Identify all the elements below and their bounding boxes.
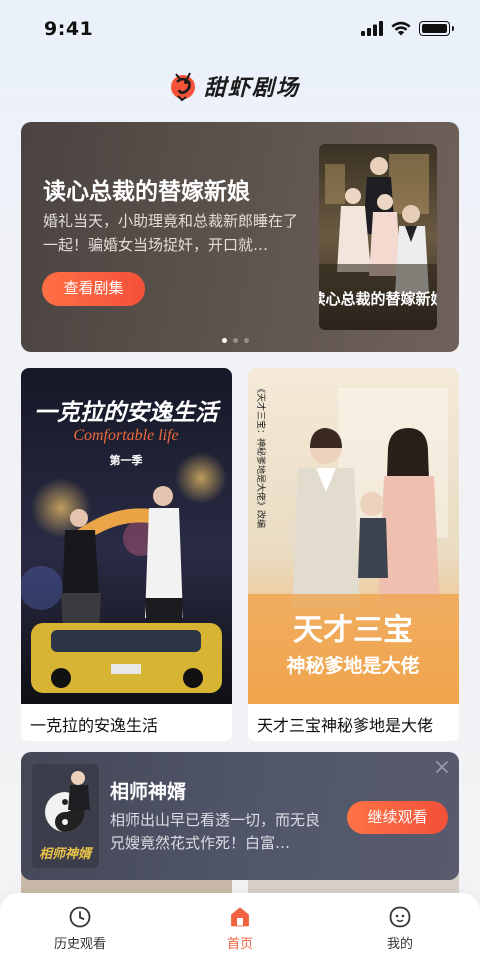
status-bar: 9:41 [0, 0, 480, 62]
carousel-dot[interactable] [244, 338, 249, 343]
tab-label: 首页 [226, 937, 253, 952]
drama-poster-subtitle: Comfortable life [73, 427, 178, 444]
drama-card[interactable]: 《天才三宝：神秘爹地是大佬》改编 天才三宝 神秘爹地是大佬 天才三宝神秘爹地是大… [248, 368, 459, 741]
hero-banner[interactable]: 读心总裁的替嫁新娘 婚礼当天，小助理竟和总裁新郎睡在了一起！骗婚女当场捉奸，开口… [21, 122, 459, 352]
hero-title: 读心总裁的替嫁新娘 [43, 179, 250, 205]
drama-poster-tag: 第一季 [110, 453, 144, 467]
tab-bar: 历史观看 首页 我的 [0, 893, 480, 960]
drama-poster-side-text: 《天才三宝：神秘爹地是大佬》改编 [255, 384, 267, 528]
profile-icon [389, 906, 411, 928]
app-name: 甜虾剧场 [204, 76, 301, 101]
tab-label: 我的 [386, 937, 413, 952]
drama-poster[interactable]: 《天才三宝：神秘爹地是大佬》改编 天才三宝 神秘爹地是大佬 [248, 368, 459, 704]
clock-icon [69, 906, 91, 928]
drama-poster-subtitle: 神秘爹地是大佬 [286, 654, 419, 677]
status-time: 9:41 [44, 18, 94, 40]
close-icon[interactable] [435, 760, 449, 774]
continue-watching-popup[interactable]: 相师神婿 相师神婿 相师出山早已看透一切，而无良兄嫂竟然花式作死！白富… 继续观… [21, 752, 459, 880]
continue-title: 相师神婿 [110, 781, 187, 803]
hero-poster-title: 读心总裁的替嫁新娘 [319, 290, 437, 308]
drama-poster-title: 天才三宝 [293, 613, 413, 648]
tab-me[interactable]: 我的 [350, 905, 450, 952]
drama-poster-title: 一克拉的安逸生活 [34, 399, 222, 425]
continue-poster-title: 相师神婿 [39, 846, 94, 861]
tab-home[interactable]: 首页 [190, 905, 290, 952]
tab-history[interactable]: 历史观看 [30, 905, 130, 952]
drama-title: 天才三宝神秘爹地是大佬 [257, 716, 434, 735]
hero-description: 婚礼当天，小助理竟和总裁新郎睡在了一起！骗婚女当场捉奸，开口就… [43, 212, 299, 254]
drama-poster[interactable]: 一克拉的安逸生活 Comfortable life 第一季 [21, 368, 232, 704]
status-icons [361, 21, 454, 36]
carousel-dot-active[interactable] [222, 338, 227, 343]
app-logo: 甜虾剧场 [168, 70, 300, 102]
battery-icon [419, 21, 454, 36]
shrimp-logo-icon [171, 72, 195, 102]
wifi-icon [391, 21, 411, 36]
signal-icon [361, 21, 383, 36]
carousel-dot[interactable] [233, 338, 238, 343]
carousel-dots [222, 338, 249, 343]
drama-title: 一克拉的安逸生活 [30, 716, 159, 735]
continue-poster[interactable]: 相师神婿 [32, 764, 99, 868]
tab-label: 历史观看 [53, 937, 106, 952]
view-episodes-button[interactable]: 查看剧集 [42, 272, 145, 306]
home-icon [231, 907, 249, 927]
drama-card[interactable]: 一克拉的安逸生活 Comfortable life 第一季 一克拉的安逸生活 [21, 368, 232, 741]
continue-watching-button[interactable]: 继续观看 [347, 801, 448, 834]
continue-description: 相师出山早已看透一切，而无良兄嫂竟然花式作死！白富… [110, 811, 321, 852]
hero-poster[interactable]: 读心总裁的替嫁新娘 [319, 144, 437, 330]
